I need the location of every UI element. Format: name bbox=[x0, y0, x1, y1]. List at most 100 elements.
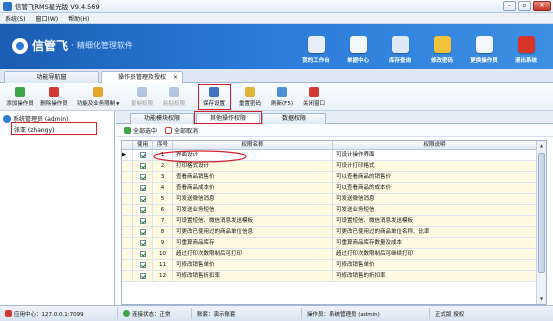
logo-mark-icon bbox=[12, 37, 28, 54]
scroll-up-icon[interactable]: ▲ bbox=[538, 142, 545, 150]
tree-item-admin[interactable]: 系统管理员 (admin) bbox=[3, 114, 68, 123]
use-checkbox[interactable] bbox=[139, 229, 146, 235]
permission-name: 查看商品销售价 bbox=[173, 172, 333, 182]
document-tabs: 功能导航窗 操作员管理及授权 × bbox=[0, 69, 553, 84]
restore-button[interactable]: ▫ bbox=[518, 1, 531, 11]
use-checkbox[interactable] bbox=[139, 251, 146, 257]
nav-exit[interactable]: 退出系统 bbox=[505, 27, 547, 67]
table-row[interactable]: 5 可发送微信消息 可发送微信消息 bbox=[122, 194, 537, 205]
tab-data-permissions[interactable]: 数据权限 bbox=[262, 113, 326, 124]
use-checkbox[interactable] bbox=[139, 174, 146, 180]
reset-password-button[interactable]: 重置密码 bbox=[236, 85, 264, 109]
status-operator: 操作员：系统管理员 (admin) bbox=[302, 308, 430, 319]
nav-switch-operator[interactable]: 更换操作员 bbox=[463, 27, 505, 67]
nav-change-password[interactable]: 修改密码 bbox=[421, 27, 463, 67]
use-checkbox[interactable] bbox=[139, 207, 146, 213]
column-desc[interactable]: 权限说明 bbox=[333, 141, 537, 149]
add-operator-button[interactable]: 添加操作员 bbox=[4, 85, 36, 109]
use-checkbox-cell[interactable] bbox=[133, 205, 153, 215]
use-checkbox-cell[interactable] bbox=[133, 194, 153, 204]
use-checkbox-cell[interactable] bbox=[133, 227, 153, 237]
use-checkbox[interactable] bbox=[139, 152, 146, 158]
permission-name: 可发送微信消息 bbox=[173, 194, 333, 204]
use-checkbox[interactable] bbox=[139, 262, 146, 268]
use-checkbox[interactable] bbox=[139, 240, 146, 246]
close-button[interactable]: ✕ bbox=[533, 1, 551, 11]
use-checkbox-cell[interactable] bbox=[133, 161, 153, 171]
use-checkbox-cell[interactable] bbox=[133, 216, 153, 226]
exit-icon bbox=[517, 36, 535, 53]
permission-desc: 超过打印次数限制后可继续打印 bbox=[333, 249, 537, 259]
row-indicator: ▶ bbox=[122, 150, 133, 160]
table-row[interactable]: 7 可设置短信、微信消息发送模板 可设置短信、微信消息发送模板 bbox=[122, 216, 537, 227]
nav-documents[interactable]: 单据中心 bbox=[337, 27, 379, 67]
menu-window[interactable]: 窗口(W) bbox=[36, 14, 59, 23]
use-checkbox-cell[interactable] bbox=[133, 249, 153, 259]
table-row[interactable]: 11 可修改销售单价 可修改销售单价 bbox=[122, 260, 537, 271]
use-checkbox-cell[interactable] bbox=[133, 271, 153, 281]
column-use[interactable]: 使用 bbox=[133, 141, 153, 149]
use-checkbox-cell[interactable] bbox=[133, 260, 153, 270]
restrictions-dropdown-button[interactable]: 功能及业务限制▼ bbox=[74, 85, 122, 109]
row-indicator bbox=[122, 205, 133, 215]
top-nav: 我的工作台 单据中心 库存查询 修改密码 更换操作员 退出系统 bbox=[295, 27, 547, 67]
tree-item-zhangy[interactable]: 张亚 (zhangy) bbox=[14, 125, 54, 134]
add-user-icon bbox=[15, 87, 25, 97]
vertical-scrollbar[interactable]: ▲ ▼ bbox=[536, 141, 546, 304]
scroll-down-icon[interactable]: ▼ bbox=[538, 295, 545, 303]
row-number: 7 bbox=[153, 216, 173, 226]
toolbar: 添加操作员 删除操作员 功能及业务限制▼ 复制权限 粘贴权限 保存设置 重置密码… bbox=[0, 83, 553, 111]
use-checkbox[interactable] bbox=[139, 163, 146, 169]
lock-icon bbox=[433, 36, 451, 53]
close-window-button[interactable]: 关闭窗口 bbox=[300, 85, 328, 109]
permission-desc: 可修改销售的折扣率 bbox=[333, 271, 537, 281]
select-all-button[interactable]: 全部选中 bbox=[124, 126, 157, 135]
tab-function-nav[interactable]: 功能导航窗 bbox=[4, 71, 99, 83]
row-number: 9 bbox=[153, 238, 173, 248]
use-checkbox[interactable] bbox=[139, 185, 146, 191]
use-checkbox-cell[interactable] bbox=[133, 183, 153, 193]
tab-module-permissions[interactable]: 功能模块权限 bbox=[130, 113, 194, 124]
column-name[interactable]: 权限名称 bbox=[173, 141, 333, 149]
table-row[interactable]: 6 可发送业务短信 可发送业务短信 bbox=[122, 205, 537, 216]
window-title: 信管飞RMS星光版 V9.4.569 bbox=[15, 3, 100, 11]
permissions-grid: 使用 序号 权限名称 权限说明 ▶ 1 界面设计 可设计操作界面 2 打印格式设计 可设计打… bbox=[121, 140, 547, 305]
delete-operator-button[interactable]: 删除操作员 bbox=[38, 85, 70, 109]
save-settings-button[interactable]: 保存设置 bbox=[200, 85, 228, 109]
row-indicator bbox=[122, 260, 133, 270]
nav-inventory[interactable]: 库存查询 bbox=[379, 27, 421, 67]
header-banner: 信管飞 · 精细化管理软件 我的工作台 单据中心 库存查询 修改密码 更换操作员… bbox=[0, 24, 553, 69]
status-connection: 连接状态：正常 bbox=[118, 308, 192, 319]
use-checkbox-cell[interactable] bbox=[133, 150, 153, 160]
permission-desc: 可设计操作界面 bbox=[333, 150, 537, 160]
use-checkbox[interactable] bbox=[139, 196, 146, 202]
table-row[interactable]: 3 查看商品销售价 可以查看商品的销售价 bbox=[122, 172, 537, 183]
nav-workbench[interactable]: 我的工作台 bbox=[295, 27, 337, 67]
paste-permissions-button[interactable]: 粘贴权限 bbox=[160, 85, 188, 109]
app-center-icon bbox=[5, 310, 12, 317]
menu-system[interactable]: 系统(S) bbox=[5, 14, 26, 23]
row-indicator bbox=[122, 172, 133, 182]
deselect-all-button[interactable]: 全部取消 bbox=[165, 126, 198, 135]
status-account-set: 账套：演示账套 bbox=[192, 308, 302, 319]
use-checkbox-cell[interactable] bbox=[133, 172, 153, 182]
refresh-button[interactable]: 刷新(F5) bbox=[268, 85, 296, 109]
restrict-icon bbox=[93, 87, 103, 97]
row-indicator bbox=[122, 194, 133, 204]
table-row[interactable]: 8 可更改已使用过的商品单位信息 可更改已使用过的商品单位名称、比率 bbox=[122, 227, 537, 238]
reset-password-icon bbox=[245, 87, 255, 97]
tab-close-icon[interactable]: × bbox=[173, 72, 178, 83]
column-no[interactable]: 序号 bbox=[153, 141, 173, 149]
minimize-button[interactable]: – bbox=[503, 1, 516, 11]
table-row[interactable]: 12 可修改销售折扣率 可修改销售的折扣率 bbox=[122, 271, 537, 282]
table-row[interactable]: 9 可重算商品库存 可重算商品库存数量及成本 bbox=[122, 238, 537, 249]
scroll-thumb[interactable] bbox=[538, 153, 545, 273]
table-row[interactable]: 10 超过打印次数限制后可打印 超过打印次数限制后可继续打印 bbox=[122, 249, 537, 260]
menu-help[interactable]: 帮助(H) bbox=[68, 14, 89, 23]
use-checkbox[interactable] bbox=[139, 273, 146, 279]
copy-permissions-button[interactable]: 复制权限 bbox=[128, 85, 156, 109]
grid-body: ▶ 1 界面设计 可设计操作界面 2 打印格式设计 可设计打印格式 3 查看商品销售价 可以查看商… bbox=[122, 150, 537, 282]
use-checkbox-cell[interactable] bbox=[133, 238, 153, 248]
use-checkbox[interactable] bbox=[139, 218, 146, 224]
table-row[interactable]: 4 查看商品成本价 可以查看商品的成本价 bbox=[122, 183, 537, 194]
